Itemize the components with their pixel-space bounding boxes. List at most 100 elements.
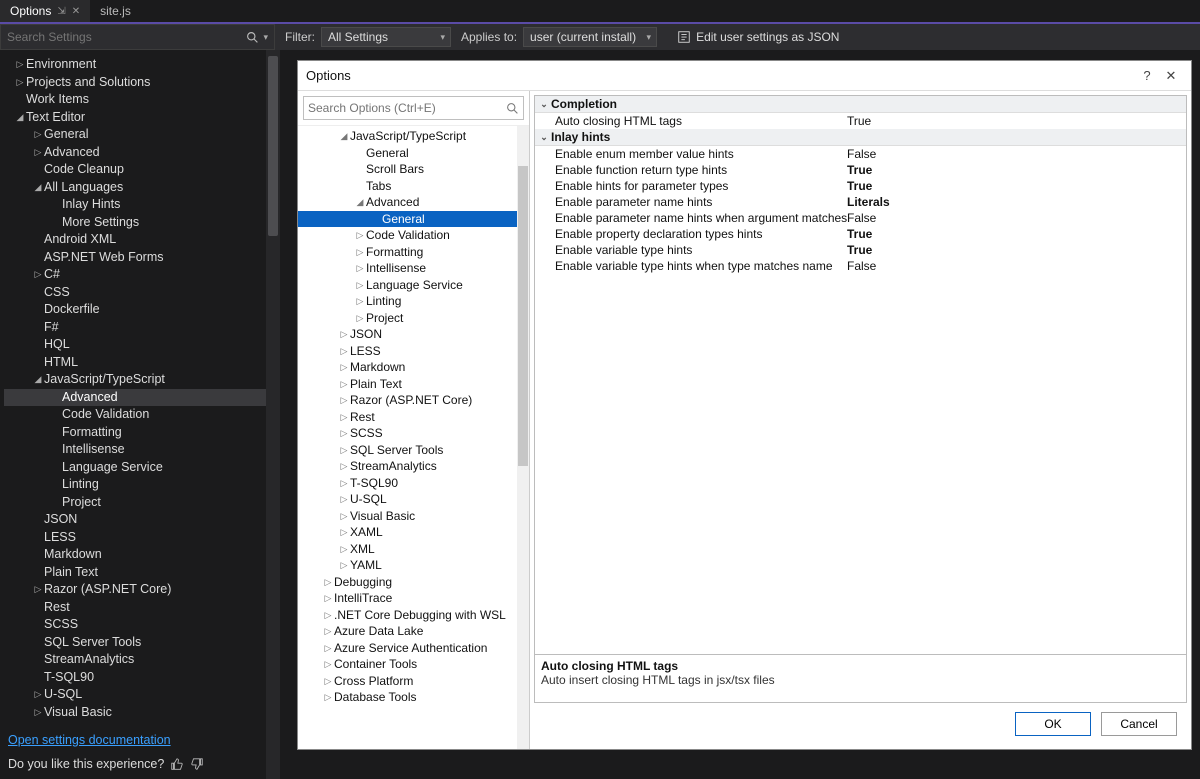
expand-icon[interactable]: ▷ <box>338 392 350 409</box>
property-grid[interactable]: ⌄CompletionAuto closing HTML tagsTrue⌄In… <box>534 95 1187 655</box>
options-tree-item[interactable]: General <box>298 145 517 162</box>
expand-icon[interactable]: ▷ <box>338 425 350 442</box>
expand-icon[interactable]: ◢ <box>32 371 44 389</box>
filter-combo[interactable]: All Settings <box>321 27 451 47</box>
property-value[interactable]: False <box>847 211 1186 225</box>
expand-icon[interactable]: ▷ <box>338 475 350 492</box>
search-settings-input[interactable] <box>7 30 246 44</box>
sidebar-item[interactable]: T-SQL90 <box>4 669 266 687</box>
options-tree-item[interactable]: ▷Cross Platform <box>298 673 517 690</box>
expand-icon[interactable]: ▷ <box>322 623 334 640</box>
sidebar-item[interactable]: HTML <box>4 354 266 372</box>
options-tree-item[interactable]: ▷Debugging <box>298 574 517 591</box>
sidebar-item[interactable]: StreamAnalytics <box>4 651 266 669</box>
options-tree-item[interactable]: General <box>298 211 517 228</box>
search-icon[interactable] <box>246 31 259 44</box>
thumbs-down-icon[interactable] <box>190 757 204 771</box>
expand-icon[interactable]: ▷ <box>32 704 44 722</box>
options-tree-item[interactable]: ▷Azure Service Authentication <box>298 640 517 657</box>
options-tree-item[interactable]: ▷Language Service <box>298 277 517 294</box>
expand-icon[interactable]: ▷ <box>338 458 350 475</box>
property-value[interactable]: False <box>847 147 1186 161</box>
expand-icon[interactable]: ▷ <box>322 656 334 673</box>
settings-doc-link[interactable]: Open settings documentation <box>8 733 171 747</box>
sidebar-item[interactable]: SCSS <box>4 616 266 634</box>
property-value[interactable]: True <box>847 227 1186 241</box>
sidebar-scrollbar[interactable] <box>266 50 280 779</box>
options-tree-item[interactable]: ▷Markdown <box>298 359 517 376</box>
thumbs-up-icon[interactable] <box>170 757 184 771</box>
property-row[interactable]: Enable variable type hintsTrue <box>535 242 1186 258</box>
options-tree-item[interactable]: ▷Razor (ASP.NET Core) <box>298 392 517 409</box>
property-value[interactable]: False <box>847 259 1186 273</box>
options-tree-item[interactable]: ◢JavaScript/TypeScript <box>298 128 517 145</box>
expand-icon[interactable]: ▷ <box>32 686 44 704</box>
sidebar-item[interactable]: Language Service <box>4 459 266 477</box>
sidebar-item[interactable]: ▷Razor (ASP.NET Core) <box>4 581 266 599</box>
options-tree-item[interactable]: ▷Formatting <box>298 244 517 261</box>
expand-icon[interactable]: ▷ <box>322 574 334 591</box>
scrollbar-thumb[interactable] <box>268 56 278 236</box>
options-tree-item[interactable]: ▷Rest <box>298 409 517 426</box>
scrollbar-thumb[interactable] <box>518 166 528 466</box>
sidebar-item[interactable]: ◢JavaScript/TypeScript <box>4 371 266 389</box>
expand-icon[interactable]: ◢ <box>354 194 366 211</box>
sidebar-item[interactable]: Dockerfile <box>4 301 266 319</box>
settings-sidebar-tree[interactable]: ▷Environment▷Projects and SolutionsWork … <box>0 50 266 779</box>
property-row[interactable]: Enable function return type hintsTrue <box>535 162 1186 178</box>
expand-icon[interactable]: ▷ <box>32 581 44 599</box>
search-icon[interactable] <box>506 102 519 115</box>
sidebar-item[interactable]: Formatting <box>4 424 266 442</box>
chevron-down-icon[interactable]: ▾ <box>263 32 268 43</box>
sidebar-item[interactable]: ▷Advanced <box>4 144 266 162</box>
expand-icon[interactable]: ▷ <box>354 293 366 310</box>
expand-icon[interactable]: ▷ <box>354 310 366 327</box>
options-search-input[interactable] <box>308 101 506 115</box>
expand-icon[interactable]: ▷ <box>338 541 350 558</box>
sidebar-item[interactable]: ▷Visual Basic <box>4 704 266 722</box>
property-value[interactable]: True <box>847 243 1186 257</box>
expand-icon[interactable]: ▷ <box>338 508 350 525</box>
property-row[interactable]: Enable enum member value hintsFalse <box>535 146 1186 162</box>
options-tree-item[interactable]: ▷T-SQL90 <box>298 475 517 492</box>
expand-icon[interactable]: ▷ <box>322 607 334 624</box>
sidebar-item[interactable]: LESS <box>4 529 266 547</box>
pin-icon[interactable]: ⇲ <box>57 6 65 17</box>
sidebar-item[interactable]: CSS <box>4 284 266 302</box>
sidebar-item[interactable]: ◢All Languages <box>4 179 266 197</box>
property-group-header[interactable]: ⌄Completion <box>535 96 1186 113</box>
property-row[interactable]: Enable parameter name hints when argumen… <box>535 210 1186 226</box>
close-icon[interactable]: ✕ <box>72 6 80 17</box>
options-tree-item[interactable]: ▷YAML <box>298 557 517 574</box>
expand-icon[interactable]: ▷ <box>322 673 334 690</box>
close-icon[interactable]: ✕ <box>1159 68 1183 84</box>
expand-icon[interactable]: ▷ <box>338 359 350 376</box>
sidebar-item[interactable]: Linting <box>4 476 266 494</box>
options-tree-item[interactable]: Scroll Bars <box>298 161 517 178</box>
options-tree-item[interactable]: ◢Advanced <box>298 194 517 211</box>
sidebar-item[interactable]: SQL Server Tools <box>4 634 266 652</box>
options-tree-item[interactable]: ▷Container Tools <box>298 656 517 673</box>
property-row[interactable]: Enable parameter name hintsLiterals <box>535 194 1186 210</box>
property-value[interactable]: True <box>847 114 1186 128</box>
options-tree-item[interactable]: ▷SQL Server Tools <box>298 442 517 459</box>
sidebar-item[interactable]: Intellisense <box>4 441 266 459</box>
ok-button[interactable]: OK <box>1015 712 1091 736</box>
expand-icon[interactable]: ▷ <box>354 227 366 244</box>
options-category-tree[interactable]: ◢JavaScript/TypeScriptGeneralScroll Bars… <box>298 126 517 749</box>
property-row[interactable]: Auto closing HTML tagsTrue <box>535 113 1186 129</box>
options-tree-item[interactable]: ▷U-SQL <box>298 491 517 508</box>
options-tree-item[interactable]: ▷Database Tools <box>298 689 517 706</box>
expand-icon[interactable]: ▷ <box>338 376 350 393</box>
sidebar-item[interactable]: Inlay Hints <box>4 196 266 214</box>
expand-icon[interactable]: ▷ <box>338 409 350 426</box>
collapse-icon[interactable]: ⌄ <box>537 99 551 110</box>
sidebar-item[interactable]: ▷C# <box>4 266 266 284</box>
sidebar-item[interactable]: Code Cleanup <box>4 161 266 179</box>
sidebar-item[interactable]: HQL <box>4 336 266 354</box>
property-value[interactable]: True <box>847 163 1186 177</box>
options-tree-item[interactable]: ▷Project <box>298 310 517 327</box>
expand-icon[interactable]: ▷ <box>354 260 366 277</box>
options-tree-item[interactable]: ▷LESS <box>298 343 517 360</box>
expand-icon[interactable]: ▷ <box>338 524 350 541</box>
